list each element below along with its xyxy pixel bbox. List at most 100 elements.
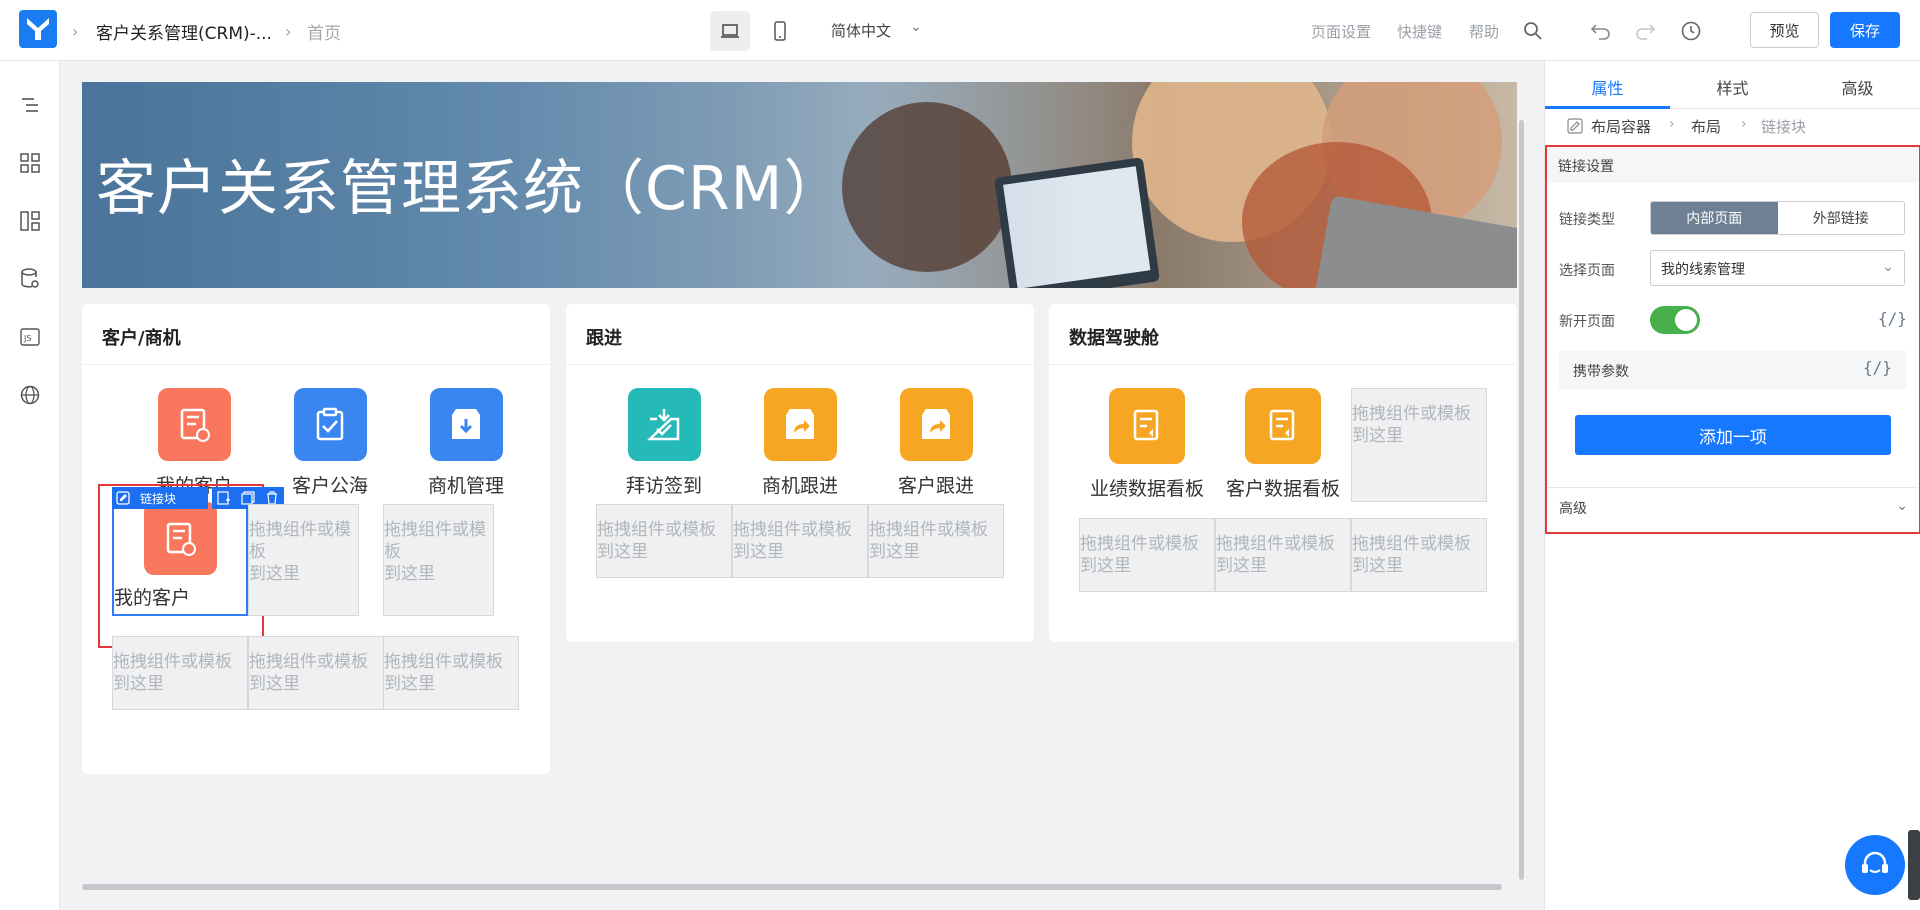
app-label: 商机管理	[427, 475, 504, 497]
drop-placeholder[interactable]: 拖拽组件或模板 到这里	[1351, 388, 1487, 502]
data-source-icon[interactable]	[18, 267, 42, 291]
params-row: 携带参数	[1559, 351, 1906, 389]
code-binding-icon[interactable]: {/}	[1878, 309, 1907, 328]
outline-tree-icon[interactable]	[18, 93, 42, 117]
mobile-icon[interactable]	[760, 11, 800, 51]
drop-placeholder[interactable]: 拖拽组件或模板 到这里	[732, 504, 868, 578]
preview-button[interactable]: 预览	[1750, 12, 1819, 48]
components-grid-icon[interactable]	[18, 151, 42, 175]
selection-type-label: 链接块	[140, 491, 177, 506]
canvas-vertical-scrollbar[interactable]	[1519, 120, 1524, 880]
drop-placeholder[interactable]: 拖拽组件或模板 到这里	[248, 636, 384, 710]
link-type-external[interactable]: 外部链接	[1778, 202, 1905, 234]
app-label: 拜访签到	[625, 475, 702, 497]
tab-properties[interactable]: 属性	[1545, 75, 1670, 99]
language-select[interactable]: 简体中文	[831, 20, 891, 41]
inbox-check-icon	[627, 388, 701, 461]
edit-icon[interactable]	[112, 487, 134, 509]
card-title: 跟进	[586, 328, 622, 349]
card-followup: 跟进 拜访签到 商机跟进 客户跟进 拖拽组件或模板 到这里 拖拽组件或模板 到这里 …	[566, 304, 1034, 642]
svg-text:JS: JS	[23, 334, 31, 343]
breadcrumb-layout[interactable]: 布局	[1691, 116, 1721, 137]
laptop-icon[interactable]	[710, 11, 750, 51]
drop-placeholder[interactable]: 拖拽组件或模板 到这里	[383, 636, 519, 710]
help-link[interactable]: 帮助	[1469, 21, 1499, 42]
link-type-segmented: 内部页面 外部链接	[1650, 201, 1905, 235]
top-bar: › 客户关系管理(CRM)-... › 首页 简体中文 ⌄ 页面设置 快捷键 帮…	[0, 0, 1920, 61]
breadcrumb-page[interactable]: 首页	[307, 19, 341, 44]
drop-placeholder[interactable]: 拖拽组件或模板 到这里	[596, 504, 732, 578]
shortcuts-link[interactable]: 快捷键	[1397, 21, 1442, 42]
active-tab-indicator	[1545, 106, 1670, 109]
edge-widget	[1908, 830, 1920, 900]
drop-placeholder[interactable]: 拖拽组件或模板 到这里	[1351, 518, 1487, 592]
app-logo[interactable]	[19, 10, 57, 48]
search-icon[interactable]	[1520, 18, 1546, 44]
advanced-section-header[interactable]: 高级 ⌄	[1547, 487, 1918, 523]
breadcrumb-app[interactable]: 客户关系管理(CRM)-...	[96, 19, 272, 44]
globe-icon[interactable]	[18, 383, 42, 407]
code-binding-icon[interactable]: {/}	[1863, 358, 1892, 377]
canvas-horizontal-scrollbar[interactable]	[82, 884, 1502, 890]
edit-icon	[1567, 118, 1583, 138]
report-icon	[1245, 388, 1321, 464]
clipboard-check-icon	[293, 388, 367, 461]
app-item-customer-pool[interactable]: 客户公海	[262, 388, 398, 498]
save-button[interactable]: 保存	[1830, 12, 1900, 48]
selection-toolbar: 链接块	[112, 487, 208, 509]
archive-box-icon	[429, 388, 503, 461]
breadcrumb-link-block: 链接块	[1761, 118, 1807, 136]
drop-placeholder[interactable]: 拖拽组件或模板 到这里	[112, 636, 248, 710]
chevron-right-icon: ›	[1669, 116, 1675, 132]
chevron-down-icon[interactable]: ⌄	[910, 19, 922, 35]
link-settings-header[interactable]: 链接设置	[1547, 147, 1918, 183]
app-item-my-customers[interactable]: 我的客户	[126, 388, 262, 498]
drop-placeholder[interactable]: 拖拽组件或模板 到这里	[1215, 518, 1351, 592]
breadcrumb-layout-container[interactable]: 布局容器	[1591, 116, 1651, 137]
new-page-label: 新开页面	[1559, 314, 1615, 330]
box-share-icon	[899, 388, 973, 461]
card-title: 客户/商机	[102, 328, 181, 349]
params-label: 携带参数	[1573, 364, 1629, 380]
link-type-label: 链接类型	[1559, 212, 1615, 228]
banner-image: 客户关系管理系统（CRM）	[82, 82, 1517, 288]
app-label: 业绩数据看板	[1089, 478, 1204, 500]
left-toolbar: JS	[0, 61, 60, 910]
history-icon[interactable]	[1678, 18, 1704, 44]
app-item-performance-board[interactable]: 业绩数据看板	[1079, 388, 1215, 501]
app-item-opportunity-followup[interactable]: 商机跟进	[732, 388, 868, 498]
chevron-down-icon: ⌄	[1882, 259, 1894, 275]
templates-icon[interactable]	[18, 209, 42, 233]
app-label: 商机跟进	[761, 475, 838, 497]
link-type-internal[interactable]: 内部页面	[1651, 202, 1778, 234]
app-item-customer-board[interactable]: 客户数据看板	[1215, 388, 1351, 501]
customer-service-icon[interactable]	[1845, 835, 1905, 895]
drop-placeholder[interactable]: 拖拽组件或模板 到这里	[868, 504, 1004, 578]
add-item-button[interactable]: 添加一项	[1575, 415, 1891, 455]
app-item-opportunity[interactable]: 商机管理	[398, 388, 534, 498]
js-code-icon[interactable]: JS	[18, 325, 42, 349]
drop-placeholder[interactable]: 拖拽组件或模板 到这里	[383, 504, 494, 616]
redo-icon[interactable]	[1632, 18, 1658, 44]
app-item-visit-checkin[interactable]: 拜访签到	[596, 388, 732, 498]
tab-style[interactable]: 样式	[1670, 75, 1795, 99]
select-page-dropdown[interactable]: 我的线索管理 ⌄	[1650, 250, 1905, 286]
card-title: 数据驾驶舱	[1069, 328, 1159, 349]
design-canvas: 客户关系管理系统（CRM） 客户/商机 我的客户 客户公海 商机管理 我的客户 …	[82, 82, 1517, 882]
page-settings-link[interactable]: 页面设置	[1311, 21, 1371, 42]
chevron-right-icon: ›	[1741, 116, 1747, 132]
app-label: 我的客户	[114, 587, 191, 609]
card-cockpit: 数据驾驶舱 业绩数据看板 客户数据看板 拖拽组件或模板 到这里 拖拽组件或模板 到这…	[1049, 304, 1517, 642]
undo-icon[interactable]	[1588, 18, 1614, 44]
tab-advanced[interactable]: 高级	[1795, 75, 1920, 99]
selected-link-block[interactable]: 我的客户	[112, 502, 248, 616]
chevron-right-icon: ›	[285, 22, 292, 41]
app-label: 客户跟进	[897, 475, 974, 497]
customer-doc-icon	[143, 502, 217, 575]
add-sibling-icon[interactable]	[213, 487, 235, 509]
card-customer: 客户/商机 我的客户 客户公海 商机管理 我的客户 链接块 拖拽组件或模板 到这…	[82, 304, 550, 774]
drop-placeholder[interactable]: 拖拽组件或模板 到这里	[1079, 518, 1215, 592]
drop-placeholder[interactable]: 拖拽组件或模板 到这里	[248, 504, 359, 616]
new-page-toggle[interactable]	[1650, 306, 1700, 334]
app-item-customer-followup[interactable]: 客户跟进	[868, 388, 1004, 498]
